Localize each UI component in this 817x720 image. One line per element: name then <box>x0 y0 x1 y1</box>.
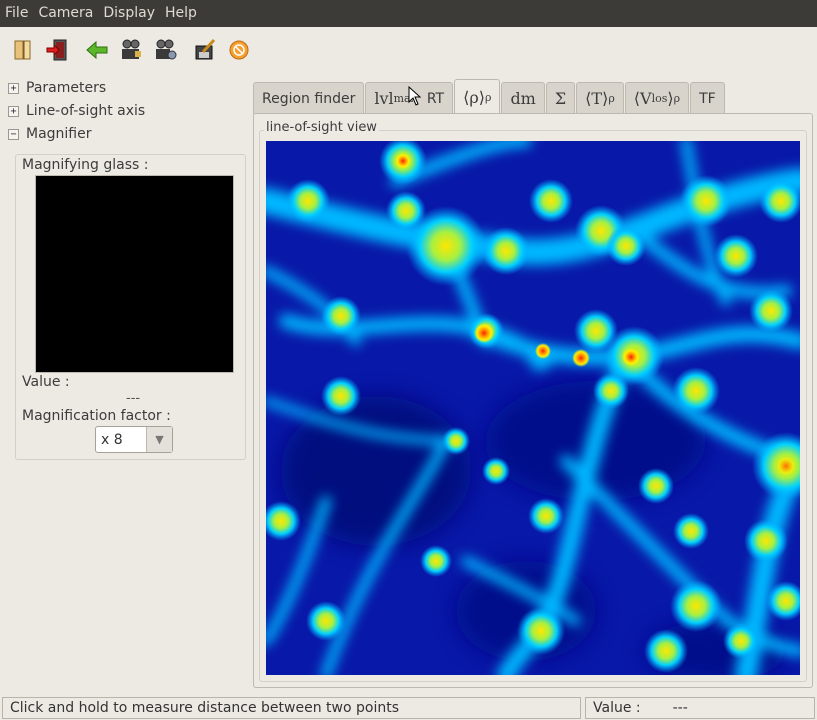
status-value-panel: Value : --- <box>585 697 815 719</box>
tab-label: ⟨V <box>633 89 652 108</box>
camera-settings-icon[interactable] <box>150 35 180 65</box>
save-pen-icon[interactable] <box>190 35 220 65</box>
tab-dm[interactable]: dm <box>501 82 545 114</box>
status-message: Click and hold to measure distance betwe… <box>2 697 581 719</box>
menu-camera[interactable]: Camera <box>33 0 98 27</box>
mouse-cursor-icon <box>408 85 422 106</box>
tab-label: Region finder <box>262 90 356 107</box>
line-of-sight-title: line-of-sight view <box>264 120 379 135</box>
menubar: File Camera Display Help <box>0 0 817 27</box>
tab-sub: ρ <box>484 90 492 104</box>
tree-label: Line-of-sight axis <box>26 103 146 119</box>
magnifier-value: --- <box>126 391 141 406</box>
tab-sub: ρ <box>608 92 615 105</box>
menu-help[interactable]: Help <box>160 0 202 27</box>
tab-label: dm <box>510 89 536 108</box>
menu-display[interactable]: Display <box>98 0 160 27</box>
magnifying-glass-label: Magnifying glass : <box>22 157 149 173</box>
stop-icon[interactable] <box>224 35 254 65</box>
tab-label: TF <box>699 90 716 107</box>
back-arrow-icon[interactable] <box>82 35 112 65</box>
tree-label: Parameters <box>26 80 107 96</box>
tab-label: ⟨ρ⟩ <box>463 87 485 107</box>
tab-label: lvl <box>374 89 394 108</box>
status-value: --- <box>672 700 688 716</box>
tab-label: Σ <box>554 89 567 108</box>
tab-vlos[interactable]: ⟨V los ⟩ ρ <box>624 82 690 114</box>
tab-sub: los <box>651 92 668 105</box>
tab-label: ⟨T⟩ <box>585 89 609 108</box>
tab-suffix: RT <box>426 90 445 107</box>
open-book-icon[interactable] <box>8 35 38 65</box>
tab-sub: ρ <box>673 92 681 105</box>
status-value-label: Value : <box>593 700 641 716</box>
exit-icon[interactable] <box>42 35 72 65</box>
tab-rho-rho[interactable]: ⟨ρ⟩ ρ <box>454 79 501 114</box>
left-panel: + Parameters + Line-of-sight axis − Magn… <box>0 75 255 687</box>
tab-tf[interactable]: TF <box>690 82 725 114</box>
expand-icon[interactable]: + <box>8 105 19 117</box>
magnification-factor-label: Magnification factor : <box>22 408 171 424</box>
collapse-icon[interactable]: − <box>8 128 19 140</box>
tree-label: Magnifier <box>26 126 92 142</box>
status-bar: Click and hold to measure distance betwe… <box>0 696 817 720</box>
magnification-factor-select[interactable]: x 8 ▼ <box>95 426 173 453</box>
menu-file[interactable]: File <box>0 0 33 27</box>
chevron-down-icon[interactable]: ▼ <box>146 427 172 452</box>
tree-item-parameters[interactable]: + Parameters <box>8 78 106 98</box>
magnification-factor-value: x 8 <box>101 431 123 448</box>
value-label: Value : <box>22 374 70 390</box>
tab-sigma[interactable]: Σ <box>545 82 576 114</box>
tab-temperature[interactable]: ⟨T⟩ ρ <box>576 82 624 114</box>
tab-strip: Region finder lvl max RT ⟨ρ⟩ ρ dm Σ ⟨T⟩ ρ ⟨… <box>253 79 726 114</box>
tree-item-line-of-sight-axis[interactable]: + Line-of-sight axis <box>8 101 145 121</box>
expand-icon[interactable]: + <box>8 82 19 94</box>
tree-item-magnifier[interactable]: − Magnifier <box>8 124 92 144</box>
line-of-sight-viewport[interactable] <box>266 141 800 675</box>
toolbar <box>0 27 817 73</box>
density-map[interactable] <box>266 141 800 675</box>
magnifying-glass-view <box>35 175 234 373</box>
tab-region-finder[interactable]: Region finder <box>253 82 365 114</box>
camera-people-icon[interactable] <box>116 35 146 65</box>
